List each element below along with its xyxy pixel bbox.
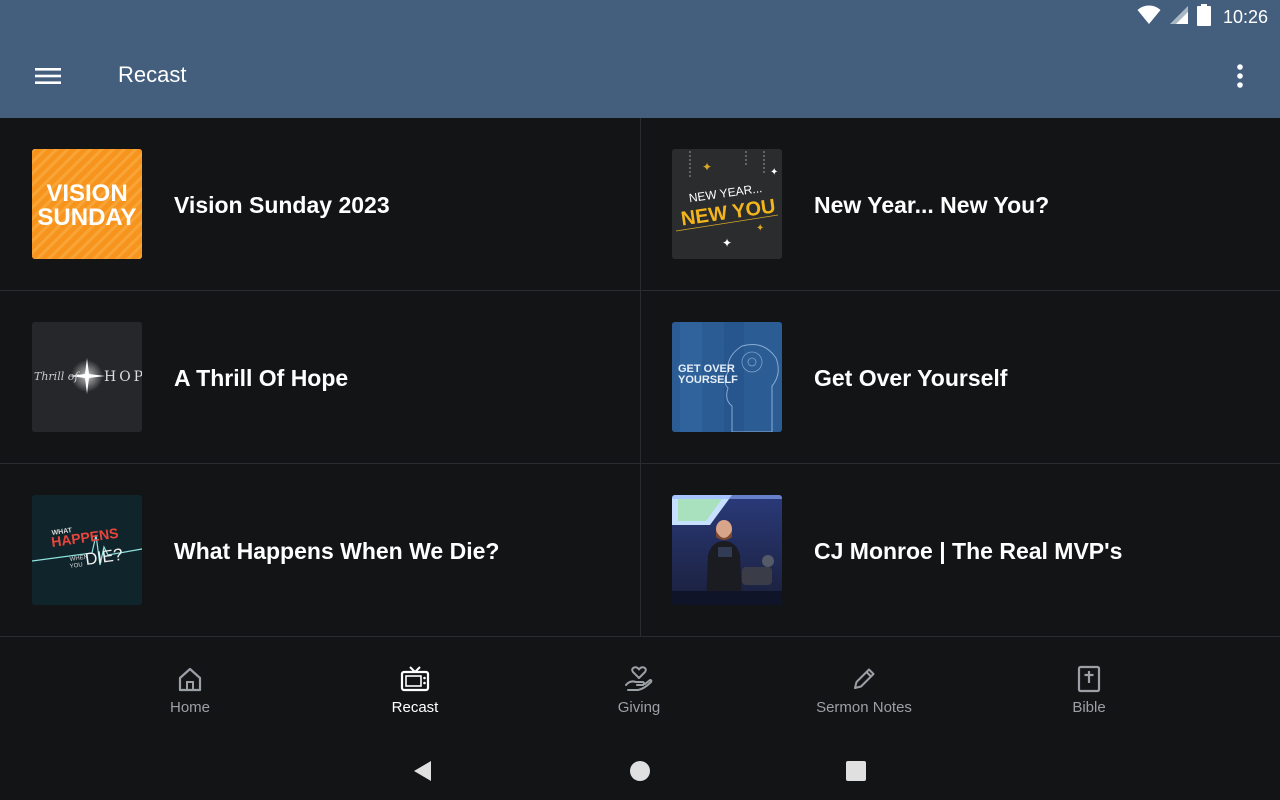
more-vertical-icon <box>1237 64 1243 88</box>
status-icons: 10:26 <box>1137 3 1268 31</box>
thumbnail-vision-sunday: VISION SUNDAY <box>32 149 142 259</box>
thumbnail-get-over-yourself: GET OVER YOURSELF <box>672 322 782 432</box>
page-title: Recast <box>118 62 187 87</box>
overflow-menu-button[interactable] <box>1220 56 1260 96</box>
recents-button[interactable] <box>834 756 878 786</box>
back-triangle-icon <box>414 761 431 781</box>
recast-item-cj-monroe[interactable]: CJ Monroe | The Real MVP's <box>640 464 1280 637</box>
status-bar: 10:26 <box>0 0 1280 34</box>
recast-item-vision-sunday[interactable]: VISION SUNDAY Vision Sunday 2023 <box>0 118 640 291</box>
recast-item-new-year[interactable]: ✦ ✦ ✦ ✦ NEW YEAR... NEW YOU New Year... … <box>640 118 1280 291</box>
pencil-icon <box>854 668 875 689</box>
hamburger-menu-icon <box>35 68 61 84</box>
thumb-text: HOPE <box>104 369 142 385</box>
signal-icon <box>1169 5 1189 30</box>
recast-item-get-over-yourself[interactable]: GET OVER YOURSELF Get Over Yourself <box>640 291 1280 464</box>
thumbnail-thrill-of-hope: Thrill of HOPE <box>32 322 142 432</box>
home-system-button[interactable] <box>618 756 662 786</box>
recast-item-title: Vision Sunday 2023 <box>174 192 390 218</box>
recast-item-title: CJ Monroe | The Real MVP's <box>814 538 1123 564</box>
nav-label: Giving <box>617 699 661 716</box>
back-button[interactable] <box>400 756 444 786</box>
thumb-text: YOURSELF <box>678 374 738 386</box>
thumb-text: Thrill of <box>34 370 80 383</box>
recast-item-title: New Year... New You? <box>814 192 1050 218</box>
app-bar: Recast <box>0 34 1280 118</box>
nav-home[interactable]: Home <box>100 665 280 735</box>
recast-item-title: A Thrill Of Hope <box>174 365 349 391</box>
svg-text:✦: ✦ <box>722 236 732 250</box>
thumb-text: VISION <box>46 180 127 207</box>
nav-sermon-notes[interactable]: Sermon Notes <box>774 665 954 735</box>
status-time: 10:26 <box>1222 6 1268 27</box>
recast-item-what-happens[interactable]: WHAT HAPPENS WHEN YOU DIE? What Happens … <box>0 464 640 637</box>
recast-item-thrill-of-hope[interactable]: Thrill of HOPE A Thrill Of Hope <box>0 291 640 464</box>
nav-label: Sermon Notes <box>816 699 912 716</box>
nav-bible[interactable]: Bible <box>999 665 1179 735</box>
recast-item-title: Get Over Yourself <box>814 365 1008 391</box>
nav-recast[interactable]: Recast <box>325 665 505 735</box>
recast-grid: VISION SUNDAY Vision Sunday 2023 ✦ ✦ ✦ ✦… <box>0 118 1280 637</box>
home-icon <box>178 667 202 692</box>
tv-icon <box>400 666 430 692</box>
nav-label: Recast <box>391 699 439 716</box>
giving-hand-heart-icon <box>625 666 653 691</box>
bible-icon <box>1077 665 1101 693</box>
recast-item-title: What Happens When We Die? <box>174 538 500 564</box>
system-navigation-bar <box>0 744 1280 800</box>
svg-text:✦: ✦ <box>756 223 764 234</box>
thumbnail-new-year: ✦ ✦ ✦ ✦ NEW YEAR... NEW YOU <box>672 149 782 259</box>
home-circle-icon <box>630 761 650 781</box>
thumbnail-what-happens: WHAT HAPPENS WHEN YOU DIE? <box>32 495 142 605</box>
thumbnail-cj-monroe-speaker <box>672 495 782 605</box>
nav-label: Bible <box>1072 699 1106 716</box>
wifi-icon <box>1137 5 1161 30</box>
svg-text:✦: ✦ <box>770 167 778 178</box>
menu-button[interactable] <box>24 56 72 96</box>
nav-giving[interactable]: Giving <box>549 665 729 735</box>
recents-square-icon <box>846 761 866 781</box>
thumb-text: SUNDAY <box>37 204 136 231</box>
bottom-navigation: Home Recast Giving Sermon Notes Bible <box>0 637 1280 744</box>
nav-label: Home <box>169 699 210 716</box>
battery-icon <box>1196 3 1211 31</box>
svg-text:✦: ✦ <box>702 160 712 174</box>
